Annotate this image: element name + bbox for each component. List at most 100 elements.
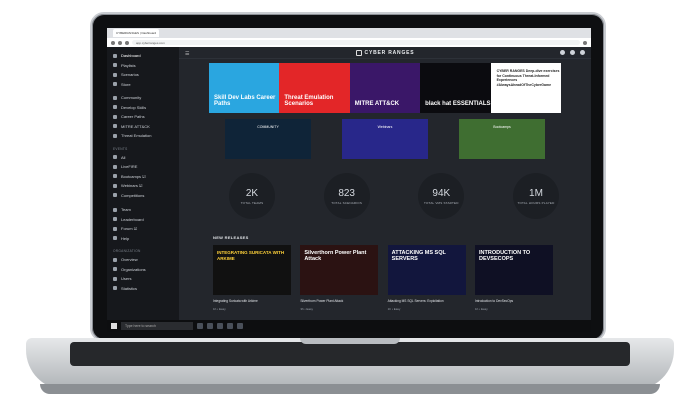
help-icon — [113, 236, 117, 241]
reload-icon[interactable] — [125, 40, 129, 45]
thumb-webinars[interactable]: Webinars — [342, 119, 428, 159]
brand-logo-icon — [355, 49, 362, 56]
sidebar-item-bootcamps[interactable]: Bootcamps ☑ — [107, 172, 179, 182]
sidebar-item-forum[interactable]: Forum ☑ — [107, 224, 179, 234]
sidebar-item-dashboard[interactable]: Dashboard — [107, 51, 179, 61]
sidebar-item-all[interactable]: All — [107, 153, 179, 163]
sidebar-item-leaderboard[interactable]: Leaderboard — [107, 215, 179, 225]
stat-value: 823 — [338, 187, 355, 199]
stat-teams: 2K TOTAL TEAMS — [229, 173, 275, 219]
team-icon — [113, 207, 117, 212]
sidebar-item-career-paths[interactable]: Career Paths — [107, 112, 179, 122]
profile-icon[interactable] — [583, 40, 587, 45]
sidebar-item-label: Forum ☑ — [121, 226, 138, 232]
new-releases-title: NEW RELEASES — [213, 235, 249, 240]
windows-start-icon[interactable] — [111, 323, 117, 329]
threat-icon — [113, 133, 117, 138]
brand: CYBER RANGES — [355, 49, 415, 56]
browser-address-bar: app.cyberranges.com — [107, 38, 591, 47]
banner-text: Skill Dev Labs Career Paths — [214, 95, 276, 107]
taskbar-search[interactable]: Type here to search — [121, 322, 193, 330]
thumb-bootcamps[interactable]: Bootcamps — [459, 119, 545, 159]
sidebar-item-label: Organizations — [121, 266, 146, 272]
sidebar-item-playlists[interactable]: Playlists — [107, 61, 179, 71]
banner-mitre[interactable]: MITRE ATT&CK — [349, 63, 421, 113]
release-card[interactable]: Silverthorn Power Plant Attack Silvertho… — [300, 245, 379, 317]
webinar-icon — [113, 183, 117, 188]
avatar[interactable] — [580, 50, 585, 55]
sidebar-item-webinars[interactable]: Webinars ☑ — [107, 181, 179, 191]
sidebar-item-users[interactable]: Users — [107, 274, 179, 284]
sidebar-item-team[interactable]: Team — [107, 205, 179, 215]
banner-text: CYBER RANGES Deep-dive exercises for Con… — [496, 69, 560, 87]
chrome-icon[interactable] — [227, 323, 233, 329]
release-art: ATTACKING MS SQL SERVERS — [387, 245, 466, 295]
statistics-icon — [113, 286, 117, 291]
sidebar-item-help[interactable]: Help — [107, 234, 179, 244]
banner-text: MITRE ATT&CK — [354, 101, 400, 107]
forward-icon[interactable] — [118, 40, 122, 45]
stat-label: TOTAL TEAMS — [240, 200, 264, 205]
release-card[interactable]: INTEGRATING SURICATA WITH ARKIME Integra… — [213, 245, 291, 317]
back-icon[interactable] — [111, 40, 115, 45]
career-icon — [113, 114, 117, 119]
sidebar-item-statistics[interactable]: Statistics — [107, 284, 179, 294]
release-card[interactable]: INTRODUCTION TO DEVSECOPS Introduction t… — [474, 245, 553, 317]
release-art-text: Silverthorn Power Plant Attack — [304, 250, 367, 262]
sidebar-item-label: All — [121, 154, 126, 160]
edge-icon[interactable] — [207, 323, 213, 329]
release-art: INTRODUCTION TO DEVSECOPS — [474, 245, 553, 295]
menu-icon[interactable]: ☰ — [185, 51, 189, 57]
sidebar-item-overview[interactable]: Overview — [107, 255, 179, 265]
sidebar-item-develop-skills[interactable]: Develop Skills — [107, 103, 179, 113]
release-name: Integrating Suricata with Arkime — [213, 299, 258, 303]
organization-heading: ORGANIZATION — [113, 249, 141, 253]
terminal-icon[interactable] — [237, 323, 243, 329]
gear-icon[interactable] — [570, 50, 575, 55]
app-window: Dashboard Playlists Scenarios Store Comm… — [107, 47, 591, 320]
sidebar-item-livefire[interactable]: LiveFIRE — [107, 162, 179, 172]
folder-icon[interactable] — [217, 323, 223, 329]
events-heading: EVENTS — [113, 146, 128, 151]
sidebar-item-label: Statistics — [121, 285, 138, 291]
release-art-text: INTEGRATING SURICATA WITH ARKIME — [217, 250, 285, 261]
banner-text: black hat ESSENTIALS — [425, 101, 491, 107]
sidebar: Dashboard Playlists Scenarios Store Comm… — [107, 47, 179, 320]
sidebar-item-competitions[interactable]: Competitions — [107, 191, 179, 201]
banner-blackhat[interactable]: black hat ESSENTIALS — [420, 63, 491, 113]
mitre-icon — [113, 124, 117, 129]
feature-thumbs: COMMUNITY Webinars Bootcamps — [225, 119, 545, 159]
thumb-community[interactable]: COMMUNITY — [225, 119, 311, 159]
top-icons — [560, 50, 585, 55]
sidebar-item-store[interactable]: Store — [107, 80, 179, 90]
sidebar-item-scenarios[interactable]: Scenarios — [107, 70, 179, 80]
brand-name: CYBER RANGES — [364, 49, 415, 56]
stat-label: TOTAL HOURS PLAYED — [517, 200, 555, 205]
thumb-label: Bootcamps — [493, 125, 511, 129]
taskview-icon[interactable] — [197, 323, 203, 329]
laptop-mockup: CYBERRANGES | Dashboard app.cyberranges.… — [0, 0, 700, 413]
stat-value: 2K — [245, 187, 259, 199]
release-card[interactable]: ATTACKING MS SQL SERVERS Attacking MS SQ… — [387, 245, 466, 317]
sidebar-item-label: MITRE ATT&CK — [121, 123, 150, 129]
banner-career-paths[interactable]: Skill Dev Labs Career Paths — [209, 63, 280, 113]
release-art-text: ATTACKING MS SQL SERVERS — [391, 250, 446, 262]
sidebar-item-mitre[interactable]: MITRE ATT&CK — [107, 122, 179, 132]
sidebar-item-organizations[interactable]: Organizations — [107, 265, 179, 275]
sidebar-item-label: Leaderboard — [121, 216, 144, 222]
browser-tab[interactable]: CYBERRANGES | Dashboard — [113, 29, 159, 37]
sidebar-item-label: Community — [121, 95, 142, 101]
sidebar-item-threat-emulation[interactable]: Threat Emulation — [107, 131, 179, 141]
banner-text: Threat Emulation Scenarios — [284, 95, 334, 107]
banner-threat-emulation[interactable]: Threat Emulation Scenarios — [279, 63, 350, 113]
banner-cyber-ranges[interactable]: CYBER RANGES Deep-dive exercises for Con… — [490, 63, 561, 113]
notification-icon[interactable] — [560, 50, 565, 55]
fire-icon — [113, 164, 117, 169]
sidebar-item-label: Develop Skills — [121, 104, 147, 110]
release-meta: 1h • Easy — [387, 307, 401, 311]
leaderboard-icon — [113, 217, 117, 222]
release-meta: 1h • Easy — [474, 307, 488, 311]
release-art-text: INTRODUCTION TO DEVSECOPS — [478, 250, 531, 262]
sidebar-item-community[interactable]: Community — [107, 93, 179, 103]
url-field[interactable]: app.cyberranges.com — [132, 40, 580, 45]
